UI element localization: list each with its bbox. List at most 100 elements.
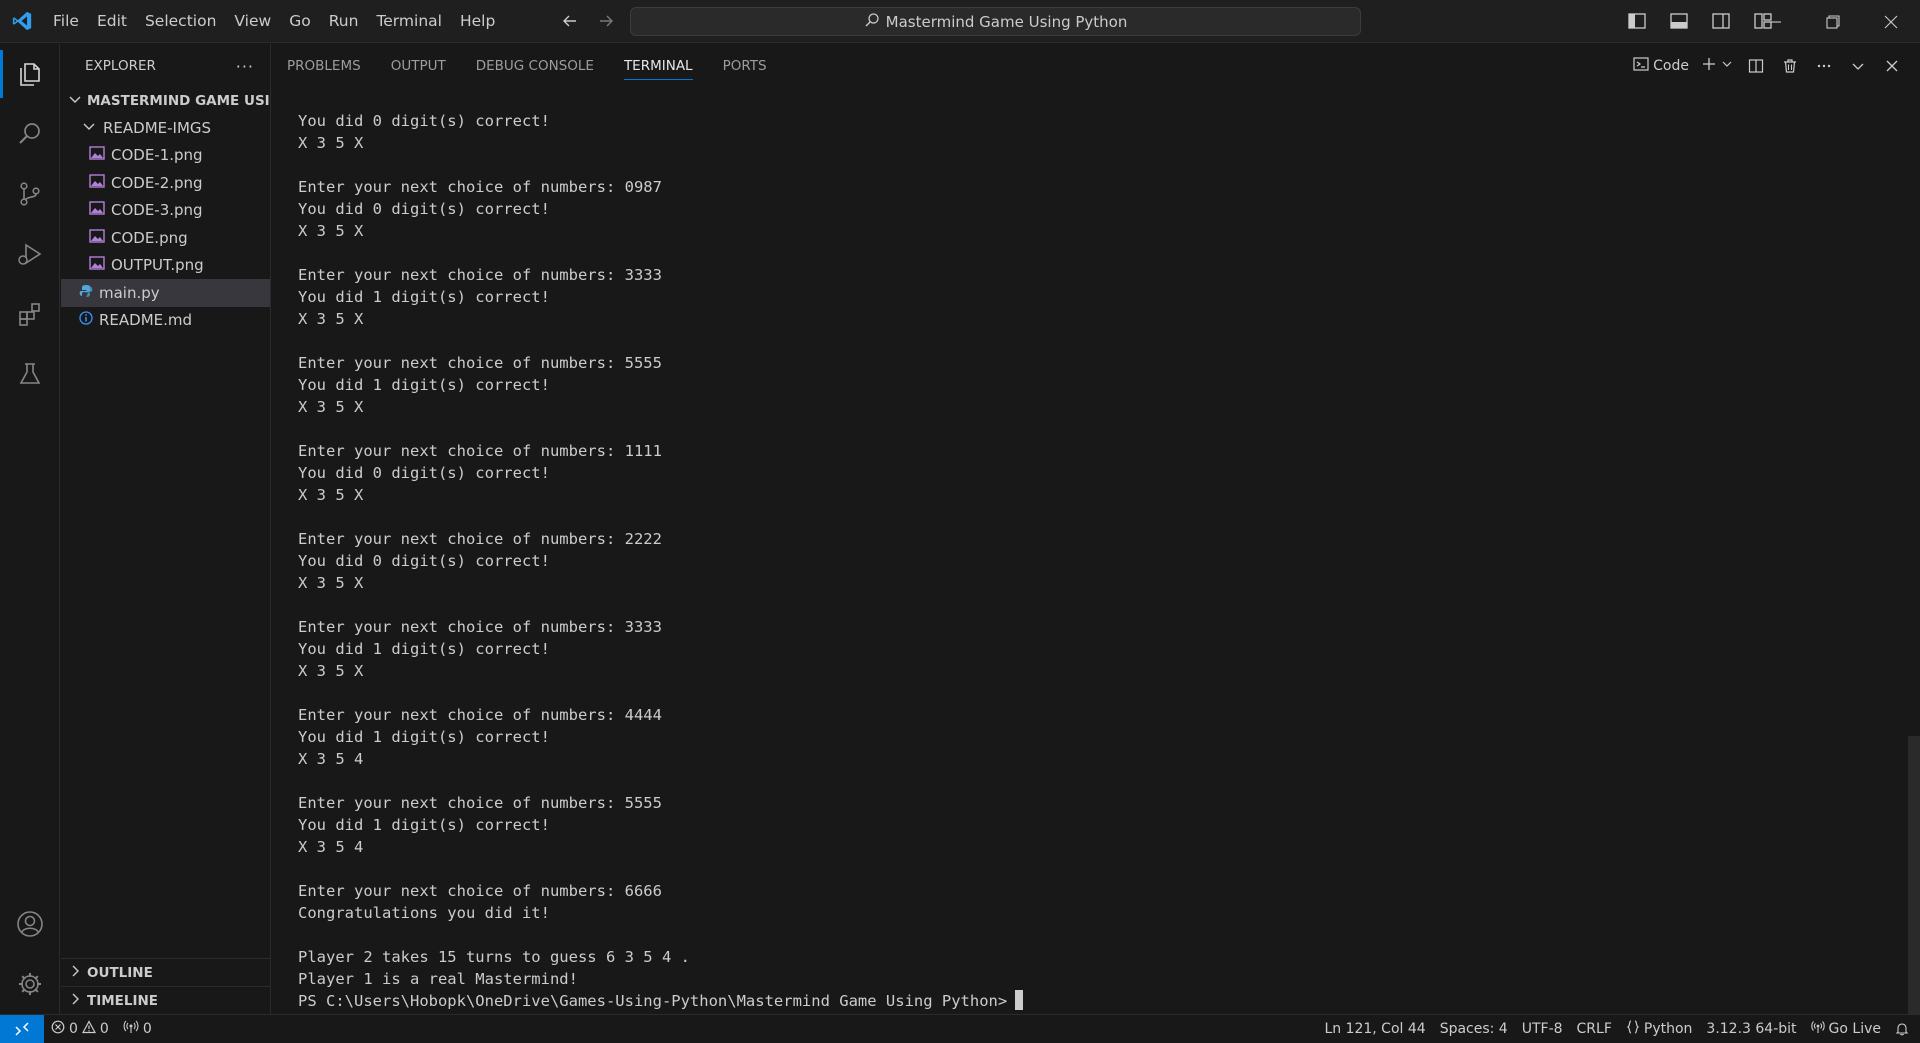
menu-help[interactable]: Help: [451, 6, 504, 36]
search-icon[interactable]: [0, 104, 60, 164]
tab-terminal[interactable]: TERMINAL: [609, 44, 708, 88]
menu-edit[interactable]: Edit: [88, 6, 136, 36]
file-code-1-png[interactable]: CODE-1.png: [61, 142, 270, 170]
vscode-logo-icon: [0, 0, 44, 43]
navigation-arrows: [556, 7, 620, 35]
extensions-icon[interactable]: [0, 284, 60, 344]
error-icon: [51, 1020, 65, 1038]
new-terminal-button[interactable]: [1698, 52, 1736, 80]
terminal-line: Enter your next choice of numbers: 5555: [298, 354, 662, 372]
terminal-line: Enter your next choice of numbers: 1111: [298, 442, 662, 460]
terminal-line: Enter your next choice of numbers: 6666: [298, 882, 662, 900]
image-file-icon: [89, 256, 105, 274]
menu-run[interactable]: Run: [320, 6, 368, 36]
run-debug-icon[interactable]: [0, 224, 60, 284]
problems-indicator[interactable]: 0 0: [44, 1015, 116, 1043]
explorer-header: EXPLORER ···: [61, 44, 270, 88]
indentation[interactable]: Spaces: 4: [1433, 1015, 1515, 1043]
folder-readme-imgs[interactable]: README-IMGS: [61, 114, 270, 142]
settings-gear-icon[interactable]: [0, 954, 60, 1014]
image-file-icon: [89, 201, 105, 219]
go-live-button[interactable]: Go Live: [1804, 1015, 1888, 1043]
restore-icon[interactable]: [1804, 0, 1862, 43]
toggle-secondary-sidebar-icon[interactable]: [1702, 7, 1740, 35]
notifications-bell-icon[interactable]: [1888, 1015, 1916, 1043]
source-control-icon[interactable]: [0, 164, 60, 224]
close-panel-icon[interactable]: [1878, 52, 1906, 80]
tab-ports[interactable]: PORTS: [708, 44, 782, 88]
file-code-3-png[interactable]: CODE-3.png: [61, 197, 270, 225]
terminal-line: X 3 5 X: [298, 486, 364, 504]
chevron-down-icon: [1721, 58, 1733, 74]
tab-problems[interactable]: PROBLEMS: [272, 44, 376, 88]
file-code-png[interactable]: CODE.png: [61, 224, 270, 252]
outline-label: OUTLINE: [87, 964, 153, 981]
split-terminal-icon[interactable]: [1742, 52, 1770, 80]
language-mode[interactable]: Python: [1619, 1015, 1700, 1043]
chevron-right-icon: [67, 991, 83, 1011]
menu-file[interactable]: File: [44, 6, 88, 36]
command-center-search[interactable]: Mastermind Game Using Python: [630, 7, 1361, 36]
python-interpreter[interactable]: 3.12.3 64-bit: [1699, 1015, 1803, 1043]
terminal-scrollbar[interactable]: [1908, 736, 1920, 1014]
account-icon[interactable]: [0, 894, 60, 954]
file-main-py[interactable]: main.py: [61, 279, 270, 307]
files-icon[interactable]: [0, 44, 60, 104]
info-icon: [79, 311, 93, 329]
menu-terminal[interactable]: Terminal: [367, 6, 451, 36]
terminal-output[interactable]: You did 0 digit(s) correct! X 3 5 X Enter …: [298, 110, 1888, 1010]
chevron-right-icon: [67, 963, 83, 983]
toggle-primary-sidebar-icon[interactable]: [1618, 7, 1656, 35]
maximize-panel-chevron-icon[interactable]: [1844, 52, 1872, 80]
file-readme-md[interactable]: README.md: [61, 307, 270, 335]
encoding[interactable]: UTF-8: [1515, 1015, 1570, 1043]
terminal-line: Enter your next choice of numbers: 5555: [298, 794, 662, 812]
terminal-line: X 3 5 X: [298, 662, 364, 680]
file-output-png[interactable]: OUTPUT.png: [61, 252, 270, 280]
file-code-2-png[interactable]: CODE-2.png: [61, 169, 270, 197]
toggle-panel-icon[interactable]: [1660, 7, 1698, 35]
explorer-sidebar: EXPLORER ··· MASTERMIND GAME USI... READ…: [61, 44, 271, 1014]
terminal-line: You did 0 digit(s) correct!: [298, 200, 550, 218]
terminal-line: Enter your next choice of numbers: 3333: [298, 618, 662, 636]
testing-icon[interactable]: [0, 344, 60, 404]
ports-indicator[interactable]: 0: [116, 1015, 159, 1043]
more-actions-icon[interactable]: [1810, 52, 1838, 80]
go-live-label: Go Live: [1828, 1021, 1881, 1037]
menu-view[interactable]: View: [225, 6, 280, 36]
remote-indicator-icon[interactable]: [0, 1014, 44, 1043]
cursor-position[interactable]: Ln 121, Col 44: [1317, 1015, 1432, 1043]
terminal-line: X 3 5 4: [298, 750, 364, 768]
braces-icon: [1626, 1020, 1640, 1038]
status-bar: 0 0 0 Ln 121, Col 44 Spaces: 4 UTF-8 CRL…: [0, 1014, 1920, 1043]
forward-arrow-icon[interactable]: [592, 7, 620, 35]
title-bar: File Edit Selection View Go Run Terminal…: [0, 0, 1920, 43]
close-icon[interactable]: [1862, 0, 1920, 43]
file-label: CODE.png: [111, 228, 188, 247]
tab-debug-console[interactable]: DEBUG CONSOLE: [461, 44, 609, 88]
back-arrow-icon[interactable]: [556, 7, 584, 35]
terminal-line: Enter your next choice of numbers: 4444: [298, 706, 662, 724]
python-file-icon: [79, 284, 93, 302]
more-actions-icon[interactable]: ···: [236, 57, 254, 76]
tab-output[interactable]: OUTPUT: [376, 44, 461, 88]
workspace-section[interactable]: MASTERMIND GAME USI...: [61, 88, 270, 114]
terminal-profile[interactable]: Code: [1630, 52, 1692, 80]
terminal-line: You did 0 digit(s) correct!: [298, 464, 550, 482]
menu-selection[interactable]: Selection: [136, 6, 225, 36]
menu-go[interactable]: Go: [280, 6, 320, 36]
end-of-line[interactable]: CRLF: [1570, 1015, 1619, 1043]
outline-section[interactable]: OUTLINE: [61, 958, 270, 986]
kill-terminal-trash-icon[interactable]: [1776, 52, 1804, 80]
file-label: README.md: [99, 311, 193, 330]
timeline-section[interactable]: TIMELINE: [61, 986, 270, 1014]
minimize-icon[interactable]: [1746, 0, 1804, 43]
